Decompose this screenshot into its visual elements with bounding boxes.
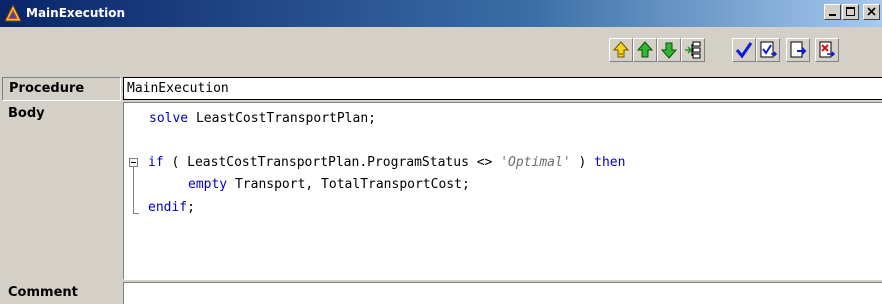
move-down-button[interactable] (657, 38, 681, 62)
procedure-label: Procedure (2, 77, 121, 101)
procedure-name-field[interactable]: MainExecution (123, 77, 882, 100)
move-up-button[interactable] (633, 38, 657, 62)
code-text: Transport, TotalTransportCost; (227, 177, 470, 192)
arrow-up-green-icon (636, 41, 654, 58)
export-button[interactable] (786, 38, 810, 62)
document-export-icon (790, 41, 807, 58)
checkmark-icon (735, 42, 753, 59)
maximize-button[interactable] (842, 4, 859, 20)
code-text: ( LeastCostTransportPlan.ProgramStatus <… (163, 155, 501, 170)
code-text: ) (570, 155, 595, 170)
arrow-down-green-icon (660, 42, 678, 59)
check-syntax-button[interactable] (732, 38, 756, 62)
aimms-app-icon (4, 4, 22, 22)
string-literal: 'Optimal' (500, 155, 571, 170)
comment-field[interactable] (123, 282, 882, 304)
comment-label: Comment (8, 285, 78, 300)
check-all-button[interactable] (756, 38, 780, 62)
arrow-up-yellow-icon (612, 41, 630, 58)
title-bar[interactable]: MainExecution (0, 0, 882, 27)
keyword-if: if (148, 155, 164, 170)
code-text: ; (187, 200, 195, 215)
minimize-button[interactable] (824, 4, 841, 20)
toolbar (0, 27, 882, 74)
keyword-endif: endif (148, 200, 188, 215)
check-document-icon (760, 41, 778, 58)
code-text: LeastCostTransportPlan; (188, 111, 376, 126)
keyword-empty: empty (188, 177, 228, 192)
fold-toggle-icon[interactable] (129, 158, 138, 167)
tree-expand-icon (685, 41, 701, 59)
window-title: MainExecution (26, 6, 126, 20)
close-icon (867, 7, 876, 16)
keyword-then: then (594, 155, 626, 170)
code-line-2: if ( LeastCostTransportPlan.ProgramStatu… (148, 154, 625, 172)
body-code-editor[interactable]: solve LeastCostTransportPlan; if ( Least… (123, 102, 882, 280)
maximize-icon (846, 7, 855, 16)
body-label: Body (8, 106, 45, 121)
fold-guide-line (133, 167, 134, 213)
close-button[interactable] (863, 4, 880, 20)
document-delete-icon (819, 41, 836, 58)
code-line-3: empty Transport, TotalTransportCost; (188, 176, 470, 194)
fold-guide-end (133, 213, 139, 214)
code-line-1: solve LeastCostTransportPlan; (149, 110, 376, 128)
expand-tree-button[interactable] (681, 38, 705, 62)
code-line-4: endif; (148, 199, 195, 217)
move-up-to-parent-button[interactable] (609, 38, 633, 62)
keyword-solve: solve (149, 111, 189, 126)
delete-export-button[interactable] (815, 38, 839, 62)
minimize-icon (829, 14, 836, 16)
